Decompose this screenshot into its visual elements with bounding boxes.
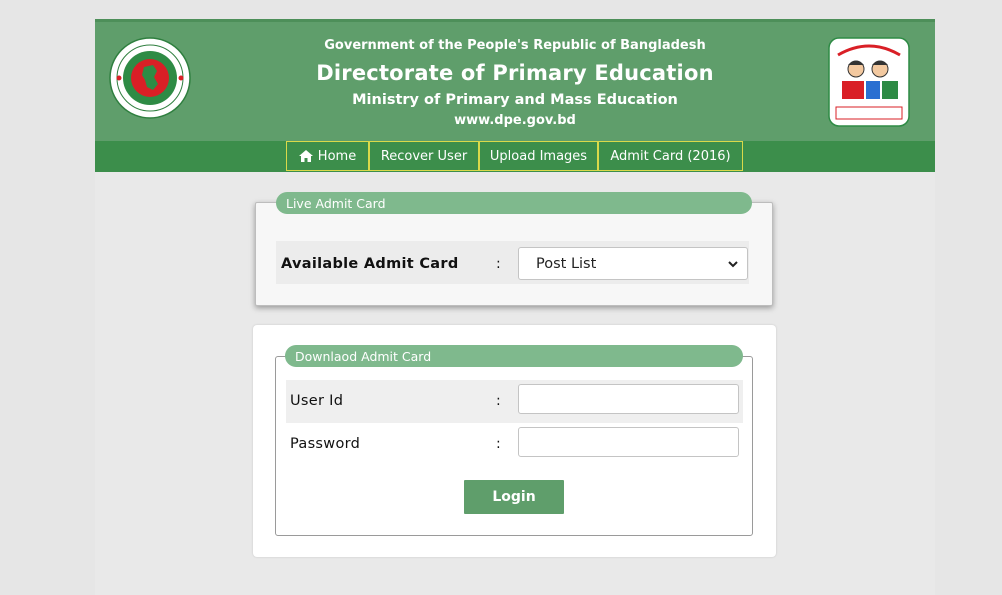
nav-admit-card[interactable]: Admit Card (2016): [598, 141, 743, 171]
admit-card-select[interactable]: Post List: [518, 247, 748, 280]
site-header: Government of the People's Republic of B…: [95, 19, 935, 141]
login-button[interactable]: Login: [464, 480, 564, 514]
user-id-colon: :: [496, 393, 501, 409]
nav-upload-images[interactable]: Upload Images: [479, 141, 598, 171]
directorate-title: Directorate of Primary Education: [316, 61, 714, 85]
nav-home[interactable]: Home: [286, 141, 369, 171]
user-id-label: User Id: [290, 393, 344, 409]
ministry-title: Ministry of Primary and Mass Education: [352, 92, 678, 108]
nav-home-label: Home: [317, 148, 357, 164]
download-admit-card-legend: Downlaod Admit Card: [285, 345, 743, 367]
government-title: Government of the People's Republic of B…: [324, 38, 706, 53]
nav-recover-user[interactable]: Recover User: [369, 141, 479, 171]
available-admit-card-colon: :: [496, 256, 501, 272]
password-label: Password: [290, 436, 361, 452]
primary-education-logo: [828, 37, 910, 127]
password-colon: :: [496, 436, 501, 452]
password-input[interactable]: [518, 427, 739, 457]
live-admit-card-legend: Live Admit Card: [276, 192, 752, 214]
available-admit-card-label: Available Admit Card: [281, 256, 459, 272]
home-icon: [298, 150, 313, 162]
page-container: Government of the People's Republic of B…: [95, 19, 935, 595]
admit-card-select-value: Post List: [536, 255, 597, 272]
main-navigation: Home Recover User Upload Images Admit Ca…: [95, 141, 935, 172]
website-url: www.dpe.gov.bd: [454, 113, 576, 128]
chevron-down-icon: [727, 258, 739, 274]
user-id-input[interactable]: [518, 384, 739, 414]
